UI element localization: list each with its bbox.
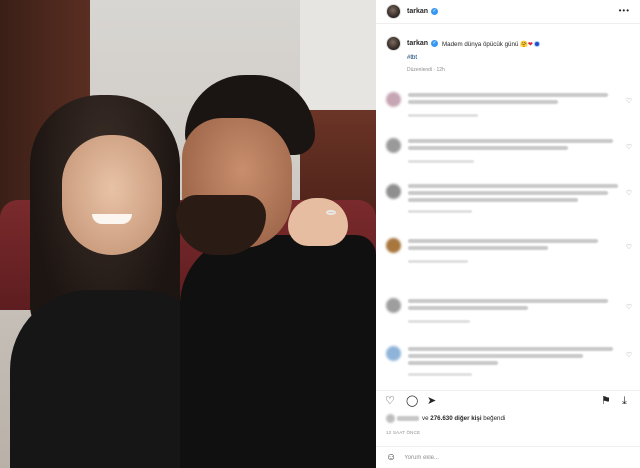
comment-text-blurred: [408, 184, 618, 188]
comment-meta-blurred: [408, 260, 468, 263]
post-side-panel: tarkan ✓ ••• tarkan ✓ Madem dünya öpücük…: [376, 0, 640, 468]
comment-item: ♡: [386, 234, 636, 274]
comment-avatar[interactable]: [386, 346, 401, 361]
comment-text-blurred: [408, 347, 613, 351]
likes-count[interactable]: 276.630 diğer kişi: [430, 415, 481, 422]
author-username[interactable]: tarkan: [407, 8, 428, 15]
comment-text-blurred: [408, 191, 608, 195]
comment-text-blurred: [408, 246, 548, 250]
evil-eye-icon: [534, 40, 541, 47]
comment-like-icon[interactable]: ♡: [626, 189, 632, 197]
comment-text-blurred: [408, 239, 598, 243]
comment-meta-blurred: [408, 373, 472, 376]
comment-item: ♡: [386, 342, 636, 382]
emoji-picker-icon[interactable]: ☺: [386, 452, 396, 463]
post-timestamp: 12 SAAT ÖNCE: [386, 430, 421, 435]
comment-avatar[interactable]: [386, 138, 401, 153]
caption-verified-badge-icon: ✓: [431, 40, 439, 47]
verified-badge-icon: ✓: [431, 8, 439, 15]
photo-ring: [326, 210, 336, 215]
photo-hand: [288, 198, 348, 246]
photo-woman-face: [62, 135, 162, 255]
comment-meta-blurred: [408, 160, 474, 163]
comment-item: ♡: [386, 134, 636, 174]
red-heart-icon: ❤: [527, 40, 534, 48]
likes-prefix: ve: [422, 415, 429, 422]
comment-like-icon[interactable]: ♡: [626, 351, 632, 359]
download-icon[interactable]: ⤓: [622, 395, 627, 407]
comment-avatar[interactable]: [386, 298, 401, 313]
comment-avatar[interactable]: [386, 184, 401, 199]
caption-line: tarkan ✓ Madem dünya öpücük günü 🤗❤: [386, 36, 630, 51]
comment-text-blurred: [408, 354, 583, 358]
comment-like-icon[interactable]: ♡: [626, 97, 632, 105]
comment-text-blurred: [408, 306, 528, 310]
comment-text-blurred: [408, 198, 578, 202]
photo-man-body: [180, 235, 376, 468]
comment-text-blurred: [408, 93, 608, 97]
caption-username[interactable]: tarkan: [407, 40, 428, 47]
comment-item: ♡: [386, 180, 636, 220]
post-actions-bar: ♡ ◯ ➤ ⚑ ⤓: [376, 390, 640, 410]
author-avatar[interactable]: [386, 4, 401, 19]
comment-item: ♡: [386, 294, 636, 334]
hug-emoji: 🤗: [520, 40, 528, 48]
caption-words: Madem dünya öpücük günü: [442, 40, 519, 48]
comment-meta-blurred: [408, 210, 472, 213]
comment-avatar[interactable]: [386, 92, 401, 107]
caption-text: Madem dünya öpücük günü 🤗❤: [442, 40, 541, 48]
comment-icon[interactable]: ◯: [406, 395, 418, 407]
more-options-icon[interactable]: •••: [619, 6, 630, 15]
comment-text-blurred: [408, 139, 613, 143]
comment-input[interactable]: [404, 454, 605, 461]
liker-name-blurred: [397, 416, 419, 421]
hashtag-link[interactable]: #tbt: [407, 55, 417, 61]
comment-text-blurred: [408, 299, 608, 303]
comment-item: ♡: [386, 88, 636, 128]
comment-meta-blurred: [408, 320, 470, 323]
post-caption: tarkan ✓ Madem dünya öpücük günü 🤗❤ #tbt…: [386, 36, 630, 73]
add-comment-bar: ☺: [376, 446, 640, 468]
comment-like-icon[interactable]: ♡: [626, 303, 632, 311]
comment-text-blurred: [408, 100, 558, 104]
comment-like-icon[interactable]: ♡: [626, 143, 632, 151]
photo-smile: [92, 214, 132, 224]
comment-text-blurred: [408, 361, 498, 365]
comment-meta-blurred: [408, 114, 478, 117]
caption-meta: Düzenlendi · 12h: [407, 67, 445, 73]
comment-avatar[interactable]: [386, 238, 401, 253]
like-icon[interactable]: ♡: [385, 395, 395, 407]
save-icon[interactable]: ⚑: [601, 395, 611, 407]
likes-summary[interactable]: ve 276.630 diğer kişi beğendi: [386, 414, 505, 423]
likes-suffix: beğendi: [483, 415, 506, 422]
liker-avatar: [386, 414, 395, 423]
post-header: tarkan ✓ •••: [376, 0, 640, 24]
post-photo[interactable]: [0, 0, 376, 468]
share-icon[interactable]: ➤: [427, 395, 436, 407]
comment-like-icon[interactable]: ♡: [626, 243, 632, 251]
comment-text-blurred: [408, 146, 568, 150]
caption-author-avatar[interactable]: [386, 36, 401, 51]
